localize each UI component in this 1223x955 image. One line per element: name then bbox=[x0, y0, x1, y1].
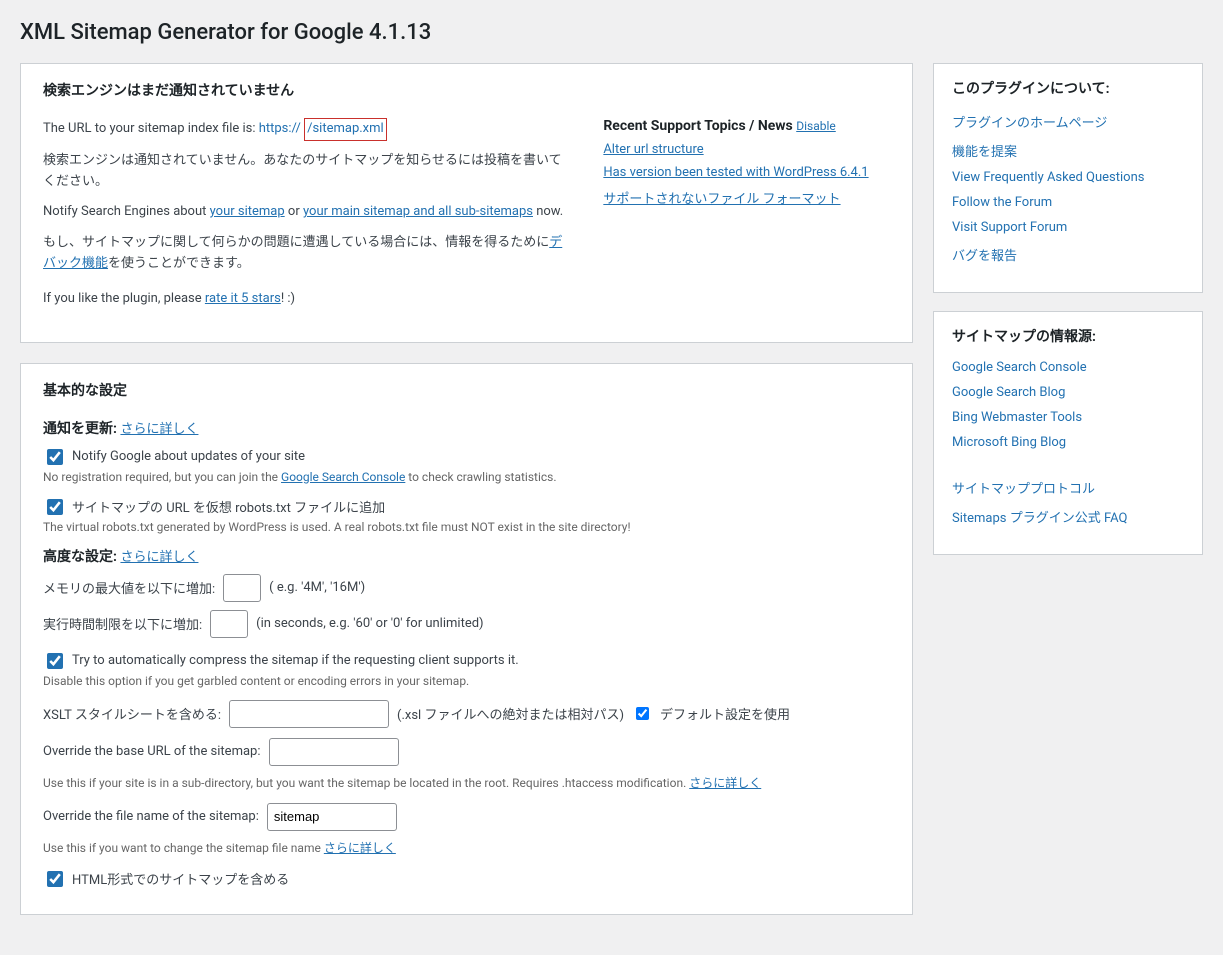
notify-google-checkbox[interactable] bbox=[47, 449, 63, 465]
page-title: XML Sitemap Generator for Google 4.1.13 bbox=[20, 20, 1203, 45]
resource-link-2[interactable]: Bing Webmaster Tools bbox=[952, 410, 1184, 425]
support-heading: Recent Support Topics / News Disable bbox=[603, 118, 890, 134]
filename-input[interactable] bbox=[267, 803, 397, 831]
not-notified-text: 検索エンジンは通知されていません。あなたのサイトマップを知らせるには投稿を書いて… bbox=[43, 151, 573, 193]
advanced-learn-more-link[interactable]: さらに詳しく bbox=[120, 550, 198, 565]
xslt-default-label: デフォルト設定を使用 bbox=[660, 704, 790, 723]
debug-line: もし、サイトマップに関して何らかの問題に遭遇している場合には、情報を得るためにデ… bbox=[43, 233, 573, 275]
sitemap-path-link[interactable]: /sitemap.xml bbox=[307, 121, 384, 136]
about-link-4[interactable]: Visit Support Forum bbox=[952, 220, 1184, 235]
all-sitemaps-link[interactable]: your main sitemap and all sub-sitemaps bbox=[303, 204, 533, 219]
xslt-input[interactable] bbox=[229, 700, 389, 728]
xslt-label: XSLT スタイルシートを含める: bbox=[43, 704, 221, 723]
debug-suffix: を使うことができます。 bbox=[108, 256, 250, 271]
about-heading: このプラグインについて: bbox=[952, 78, 1184, 98]
about-link-2[interactable]: View Frequently Asked Questions bbox=[952, 170, 1184, 185]
url-prefix-text: The URL to your sitemap index file is: bbox=[43, 121, 259, 136]
google-hint-prefix: No registration required, but you can jo… bbox=[43, 470, 281, 484]
basic-settings-card: 基本的な設定 通知を更新: さらに詳しく Notify Google about… bbox=[20, 363, 913, 915]
support-item-2[interactable]: サポートされないファイル フォーマット bbox=[603, 188, 890, 207]
base-url-label: Override the base URL of the sitemap: bbox=[43, 744, 261, 759]
memory-label: メモリの最大値を以下に増加: bbox=[43, 578, 215, 597]
disable-support-link[interactable]: Disable bbox=[796, 119, 836, 133]
support-list: Alter url structure Has version been tes… bbox=[603, 142, 890, 207]
filename-label: Override the file name of the sitemap: bbox=[43, 809, 259, 824]
status-card: 検索エンジンはまだ通知されていません The URL to your sitem… bbox=[20, 63, 913, 343]
time-label: 実行時間制限を以下に増加: bbox=[43, 614, 202, 633]
support-item-0[interactable]: Alter url structure bbox=[603, 142, 890, 157]
notify-or: or bbox=[285, 204, 303, 219]
base-url-input[interactable] bbox=[269, 738, 399, 766]
google-hint-suffix: to check crawling statistics. bbox=[405, 470, 556, 484]
about-link-1[interactable]: 機能を提案 bbox=[952, 141, 1184, 160]
sitemap-path-highlight: /sitemap.xml bbox=[304, 118, 387, 141]
time-input[interactable] bbox=[210, 610, 248, 638]
update-learn-more-link[interactable]: さらに詳しく bbox=[120, 422, 198, 437]
about-link-3[interactable]: Follow the Forum bbox=[952, 195, 1184, 210]
resource-link-5[interactable]: Sitemaps プラグイン公式 FAQ bbox=[952, 507, 1184, 526]
resource-link-3[interactable]: Microsoft Bing Blog bbox=[952, 435, 1184, 450]
advanced-label: 高度な設定: bbox=[43, 549, 117, 565]
basic-heading: 基本的な設定 bbox=[43, 380, 890, 400]
resource-link-4[interactable]: サイトマッププロトコル bbox=[952, 478, 1184, 497]
base-url-hint: Use this if your site is in a sub-direct… bbox=[43, 774, 890, 791]
xslt-default-checkbox[interactable] bbox=[636, 707, 649, 720]
robots-label: サイトマップの URL を仮想 robots.txt ファイルに追加 bbox=[72, 497, 385, 516]
notify-google-label: Notify Google about updates of your site bbox=[72, 449, 305, 464]
resources-card: サイトマップの情報源: Google Search Console Google… bbox=[933, 311, 1203, 555]
google-hint: No registration required, but you can jo… bbox=[43, 470, 890, 484]
resource-link-0[interactable]: Google Search Console bbox=[952, 360, 1184, 375]
your-sitemap-link[interactable]: your sitemap bbox=[210, 204, 285, 219]
about-link-0[interactable]: プラグインのホームページ bbox=[952, 112, 1184, 131]
compress-hint: Disable this option if you get garbled c… bbox=[43, 674, 890, 688]
rate-suffix: ! :) bbox=[281, 291, 295, 306]
status-heading: 検索エンジンはまだ通知されていません bbox=[43, 80, 890, 100]
base-url-learn-more-link[interactable]: さらに詳しく bbox=[689, 776, 761, 790]
memory-input[interactable] bbox=[223, 574, 261, 602]
html-sitemap-label: HTML形式でのサイトマップを含める bbox=[72, 869, 289, 888]
rate-prefix: If you like the plugin, please bbox=[43, 291, 205, 306]
html-sitemap-checkbox[interactable] bbox=[47, 871, 63, 887]
rate-link[interactable]: rate it 5 stars bbox=[205, 291, 281, 306]
robots-hint: The virtual robots.txt generated by Word… bbox=[43, 520, 890, 534]
notify-prefix: Notify Search Engines about bbox=[43, 204, 210, 219]
memory-hint: ( e.g. '4M', '16M') bbox=[269, 580, 365, 595]
time-hint: (in seconds, e.g. '60' or '0' for unlimi… bbox=[256, 616, 483, 631]
support-item-1[interactable]: Has version been tested with WordPress 6… bbox=[603, 165, 890, 180]
debug-prefix: もし、サイトマップに関して何らかの問題に遭遇している場合には、情報を得るために bbox=[43, 235, 549, 250]
rate-line: If you like the plugin, please rate it 5… bbox=[43, 289, 573, 310]
sitemap-proto-link[interactable]: https:// bbox=[259, 121, 301, 136]
google-console-link[interactable]: Google Search Console bbox=[281, 470, 405, 484]
resources-heading: サイトマップの情報源: bbox=[952, 326, 1184, 346]
about-link-5[interactable]: バグを報告 bbox=[952, 245, 1184, 264]
support-heading-text: Recent Support Topics / News bbox=[603, 118, 796, 134]
notify-line: Notify Search Engines about your sitemap… bbox=[43, 202, 573, 223]
notify-suffix: now. bbox=[533, 204, 563, 219]
resource-link-1[interactable]: Google Search Blog bbox=[952, 385, 1184, 400]
filename-hint: Use this if you want to change the sitem… bbox=[43, 839, 890, 856]
robots-checkbox[interactable] bbox=[47, 499, 63, 515]
compress-label: Try to automatically compress the sitema… bbox=[72, 653, 519, 668]
about-plugin-card: このプラグインについて: プラグインのホームページ 機能を提案 View Fre… bbox=[933, 63, 1203, 293]
sitemap-url-line: The URL to your sitemap index file is: h… bbox=[43, 118, 573, 141]
base-url-hint-text: Use this if your site is in a sub-direct… bbox=[43, 776, 689, 790]
update-notify-label: 通知を更新: bbox=[43, 421, 117, 437]
compress-checkbox[interactable] bbox=[47, 653, 63, 669]
xslt-hint: (.xsl ファイルへの絶対または相対パス) bbox=[397, 704, 624, 723]
